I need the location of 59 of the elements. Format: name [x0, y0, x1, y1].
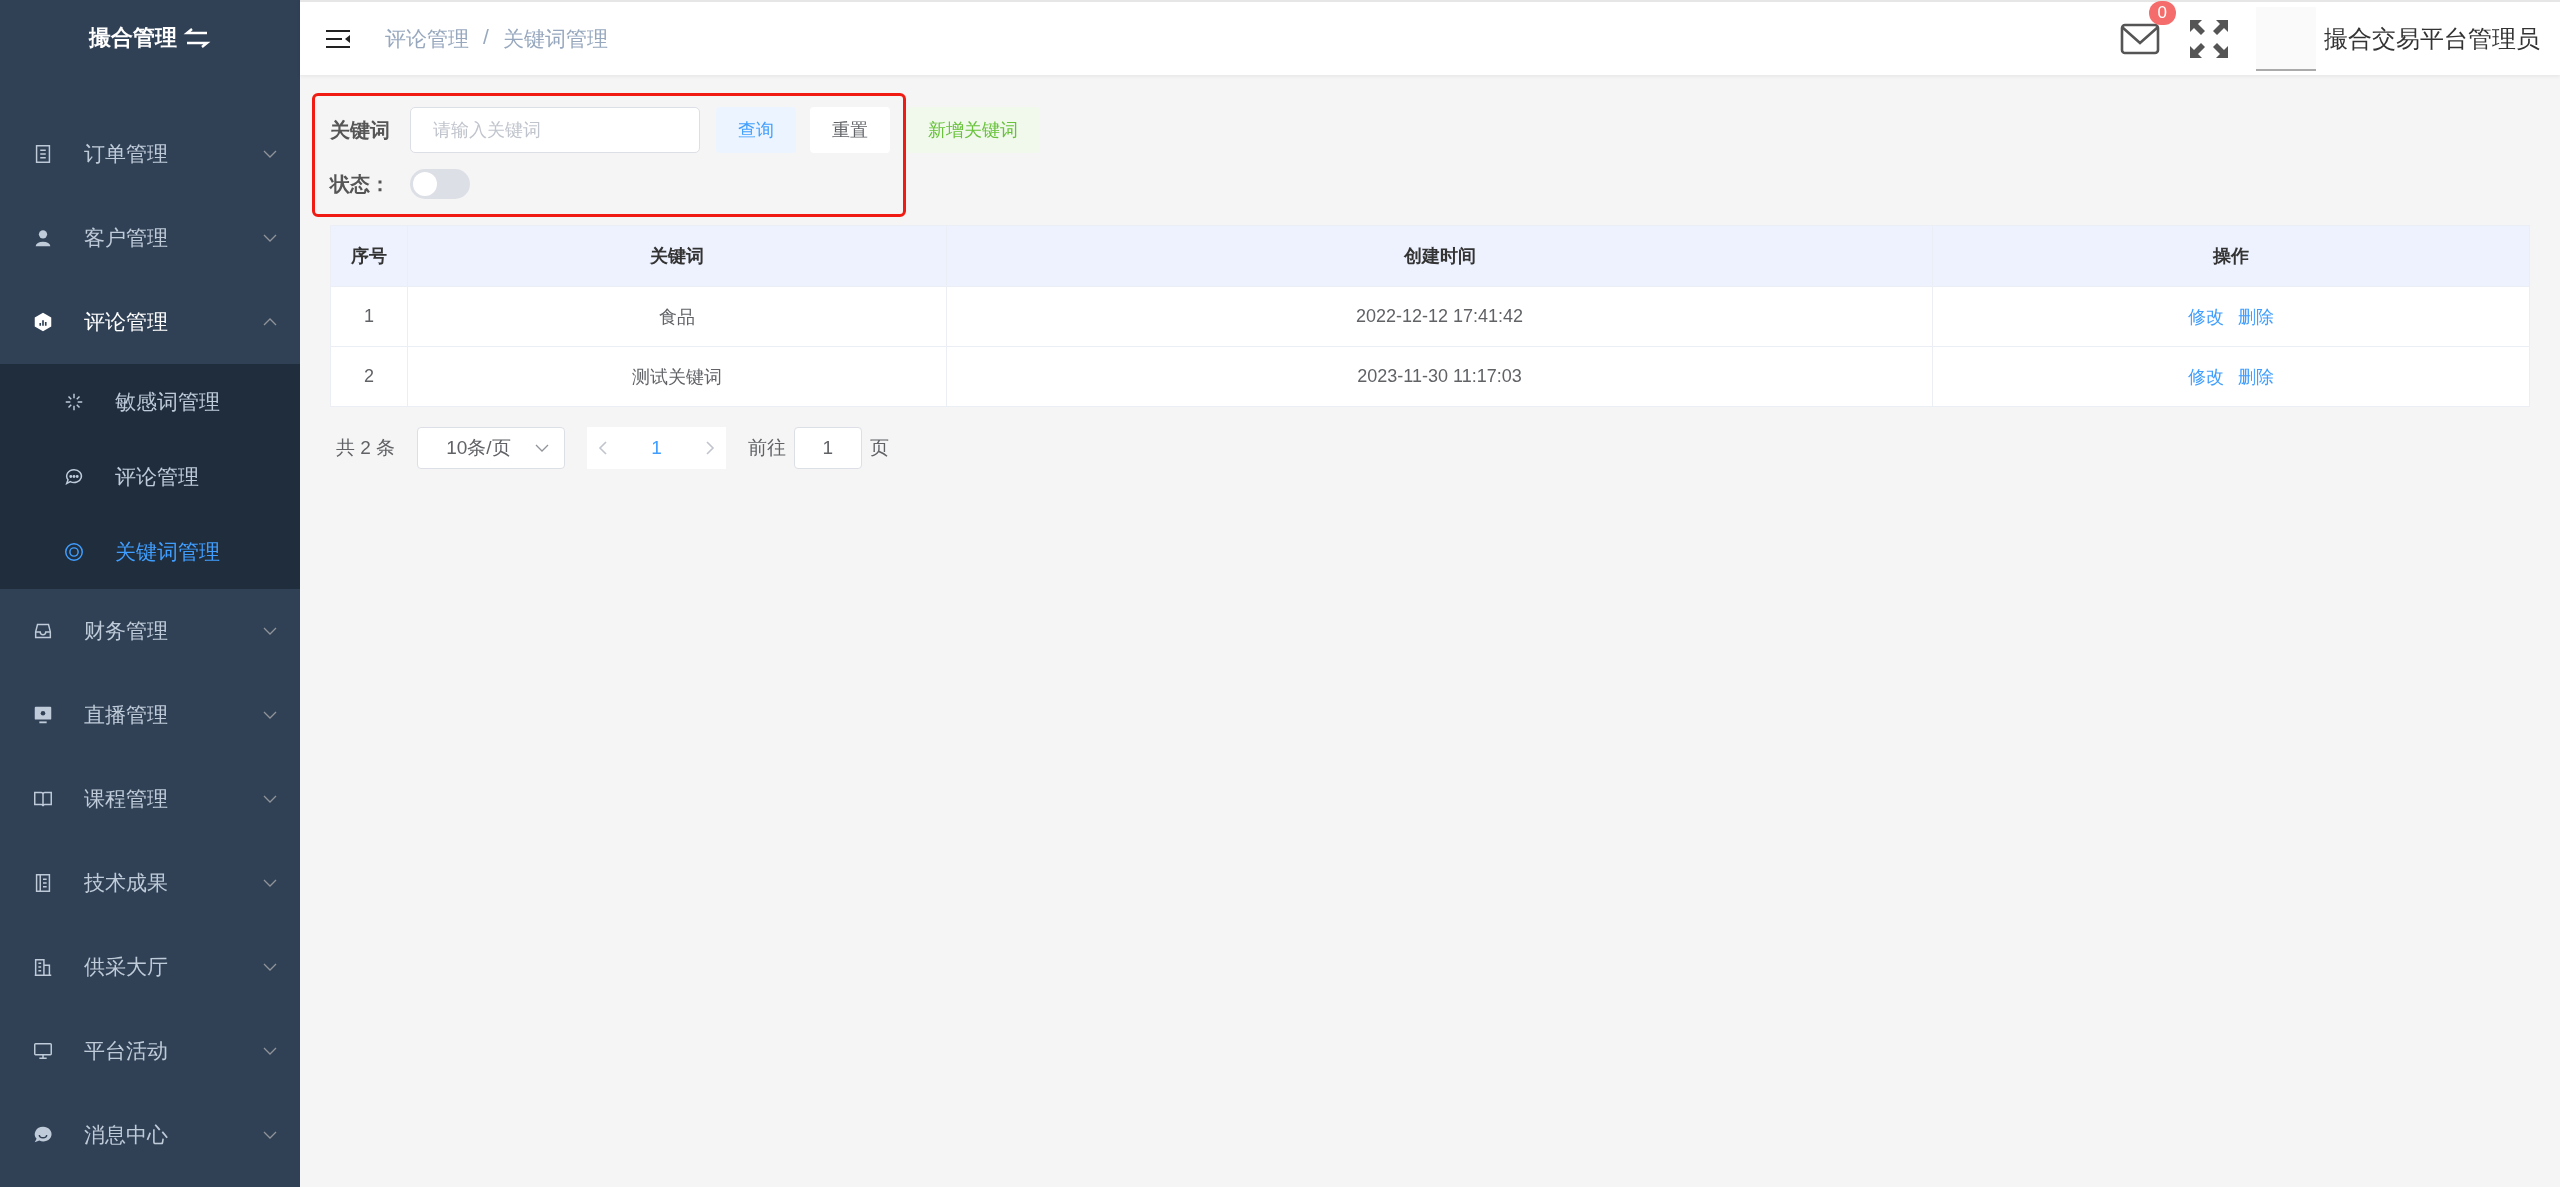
sidebar-item[interactable]: 直播管理	[0, 673, 300, 757]
table-cell: 2	[330, 346, 408, 407]
column-header: 操作	[1932, 225, 2530, 287]
breadcrumb-item: 关键词管理	[502, 25, 608, 52]
sidebar-item[interactable]: 评论管理	[0, 280, 300, 364]
table-cell: 1	[330, 286, 408, 347]
sidebar-item[interactable]: 课程管理	[0, 757, 300, 841]
status-switch[interactable]	[410, 169, 470, 199]
total-count: 共 2 条	[336, 436, 396, 460]
page-suffix: 页	[869, 436, 889, 460]
chevron-down-icon	[262, 878, 278, 888]
submenu-item[interactable]: 敏感词管理	[0, 364, 300, 439]
building-icon	[32, 956, 54, 978]
table-cell: 2023-11-30 11:17:03	[946, 346, 1933, 407]
goto-label: 前往	[747, 436, 786, 460]
column-header: 关键词	[407, 225, 947, 287]
sidebar-item[interactable]: 订单管理	[0, 112, 300, 196]
column-header: 创建时间	[946, 225, 1933, 287]
sidebar-item[interactable]: 技术成果	[0, 841, 300, 925]
chevron-down-icon	[534, 443, 551, 453]
submenu-item[interactable]: 关键词管理	[0, 514, 300, 589]
chevron-down-icon	[262, 149, 278, 159]
chevron-down-icon	[262, 794, 278, 804]
fullscreen-icon[interactable]	[2188, 17, 2230, 60]
sidebar-item[interactable]: 平台活动	[0, 1009, 300, 1093]
monitor-gear-icon	[32, 704, 54, 726]
keyword-label: 关键词	[330, 117, 391, 143]
chart-hexagon-icon	[32, 311, 54, 333]
swap-arrows-icon[interactable]	[183, 26, 211, 49]
reset-button[interactable]: 重置	[810, 107, 890, 153]
keyword-input[interactable]: 请输入关键词	[410, 107, 700, 153]
submenu-item[interactable]: 评论管理	[0, 439, 300, 514]
chevron-down-icon	[262, 233, 278, 243]
sidebar-item[interactable]: 消息中心	[0, 1093, 300, 1177]
monitor-icon	[32, 1040, 54, 1062]
menu-fold-icon[interactable]	[325, 27, 351, 50]
sidebar-item[interactable]: 财务管理	[0, 589, 300, 673]
breadcrumb-separator: /	[483, 24, 489, 50]
notification-badge: 0	[2148, 0, 2176, 25]
table-cell: 食品	[407, 286, 947, 347]
goto-page-input[interactable]: 1	[793, 427, 862, 469]
page-size-select[interactable]: 10条/页	[417, 427, 566, 469]
chevron-down-icon	[262, 1130, 278, 1140]
sidebar-item[interactable]: 客户管理	[0, 196, 300, 280]
chevron-up-icon	[262, 317, 278, 327]
sidebar-item[interactable]: 供采大厅	[0, 925, 300, 1009]
chevron-down-icon	[262, 626, 278, 636]
status-label: 状态：	[330, 171, 391, 197]
lifebuoy-icon	[63, 540, 85, 563]
sidebar-title: 撮合管理	[89, 23, 177, 52]
chevron-down-icon	[262, 710, 278, 720]
table-cell: 2022-12-12 17:41:42	[946, 286, 1933, 347]
column-header: 序号	[330, 225, 408, 287]
chevron-down-icon	[262, 1046, 278, 1056]
table-cell: 测试关键词	[407, 346, 947, 407]
mail-icon[interactable]	[2120, 22, 2160, 55]
user-name[interactable]: 撮合交易平台管理员	[2324, 22, 2540, 55]
chevron-down-icon	[262, 962, 278, 972]
avatar-thumbnail[interactable]	[2256, 6, 2316, 71]
